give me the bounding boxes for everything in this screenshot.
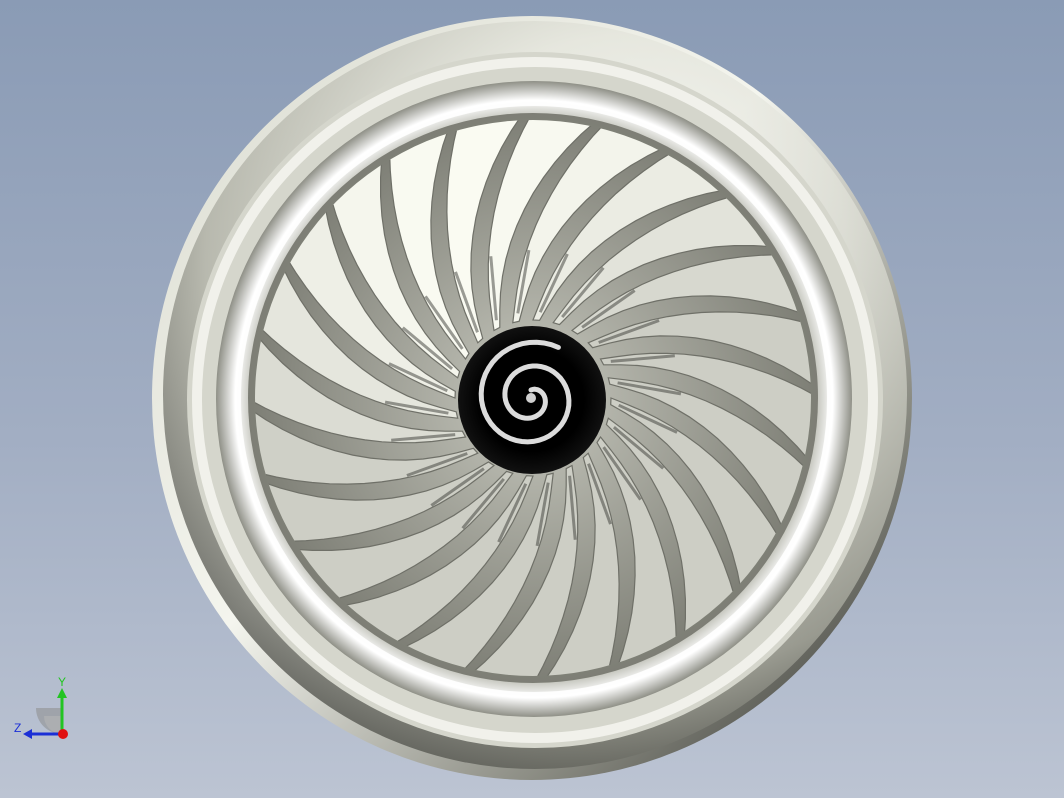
cad-viewport[interactable]: Y Z: [0, 0, 1064, 798]
z-axis-arrow-icon: [23, 729, 32, 739]
x-axis-dot-icon: [58, 729, 68, 739]
z-axis-label: Z: [14, 721, 21, 735]
y-axis-arrow-icon: [57, 688, 67, 698]
coordinate-triad[interactable]: Y Z: [10, 674, 80, 744]
y-axis-label: Y: [58, 675, 66, 689]
spinner-center-dot: [526, 393, 536, 403]
engine-model[interactable]: [0, 0, 1064, 798]
